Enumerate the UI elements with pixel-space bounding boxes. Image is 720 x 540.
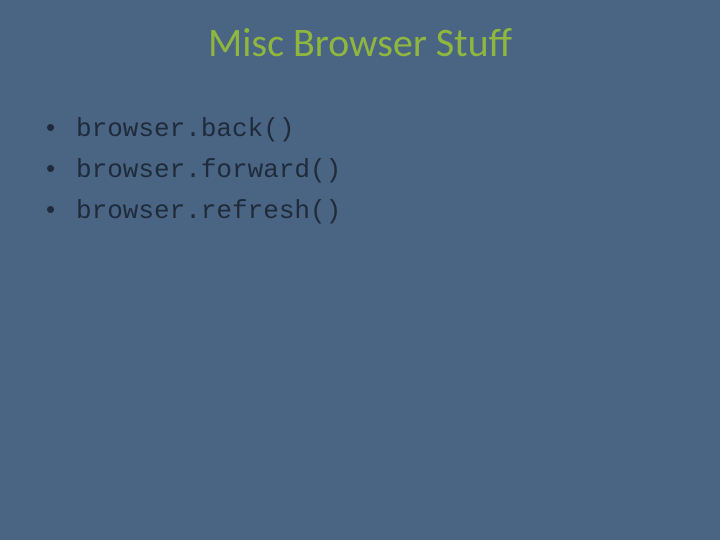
bullet-text: browser.forward() <box>76 153 341 188</box>
list-item: • browser.back() <box>46 112 680 147</box>
list-item: • browser.forward() <box>46 153 680 188</box>
bullet-text: browser.back() <box>76 112 294 147</box>
bullet-icon: • <box>46 153 76 184</box>
slide: Misc Browser Stuff • browser.back() • br… <box>0 0 720 540</box>
bullet-text: browser.refresh() <box>76 194 341 229</box>
bullet-icon: • <box>46 194 76 225</box>
list-item: • browser.refresh() <box>46 194 680 229</box>
slide-title: Misc Browser Stuff <box>0 18 720 67</box>
bullet-list: • browser.back() • browser.forward() • b… <box>46 112 680 235</box>
bullet-icon: • <box>46 112 76 143</box>
